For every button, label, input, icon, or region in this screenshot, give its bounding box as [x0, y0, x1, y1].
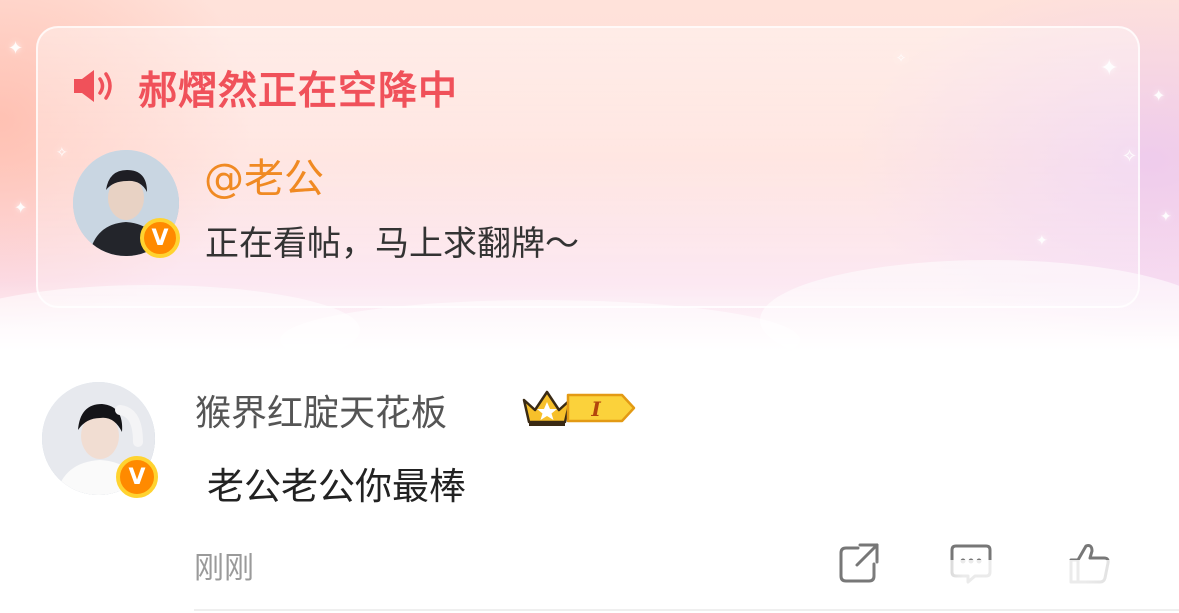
announcement-text: 郝熠然正在空降中	[138, 69, 459, 114]
comment-timestamp: 刚刚	[194, 551, 254, 586]
airdrop-banner: ✦ ✦ ✧ ✦ ✦ ✧ ✦ ✦ ✧ 郝熠然正在空降中 V @老公 正在看帖，马上…	[0, 0, 1179, 352]
verified-badge: V	[140, 218, 180, 258]
speaker-icon	[70, 66, 120, 110]
comment-text: 老公老公你最棒	[207, 465, 466, 508]
announcement-row: 郝熠然正在空降中	[70, 60, 458, 116]
verified-badge: V	[116, 456, 158, 498]
status-note: 正在看帖，马上求翻牌～	[205, 224, 579, 264]
sparkle-decoration: ✦	[14, 198, 28, 217]
sparkle-decoration: ✦	[8, 38, 24, 59]
sparkle-decoration: ✦	[1160, 209, 1172, 225]
divider	[194, 609, 1179, 611]
sparkle-decoration: ✦	[1152, 86, 1166, 105]
commenter-name[interactable]: 猴界红腚天花板	[195, 384, 447, 436]
mention-text[interactable]: @老公	[204, 146, 324, 204]
level-badge-text: I	[590, 397, 601, 421]
level-badge: I	[566, 391, 636, 429]
blur-overlay	[870, 560, 1179, 592]
